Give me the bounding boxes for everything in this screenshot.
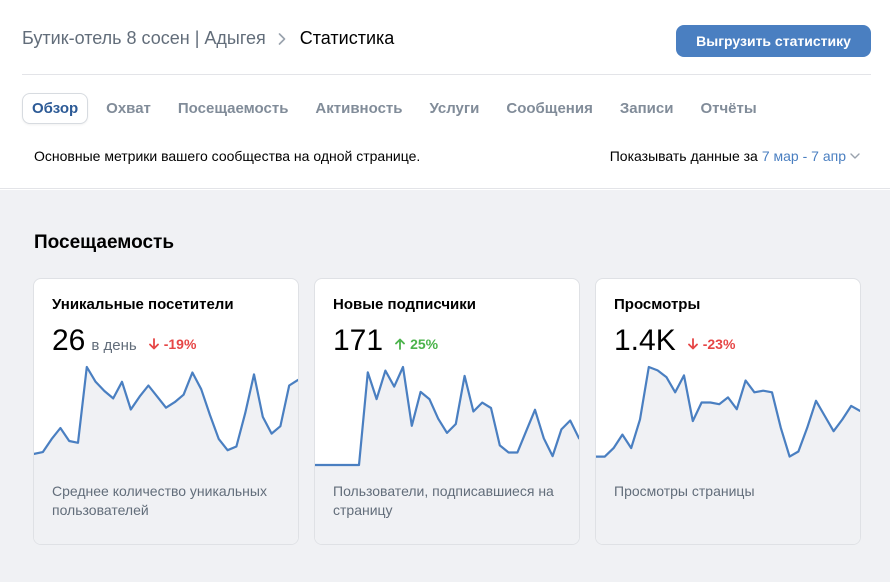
main-content: Посещаемость Уникальные посетители 26 в … [0,190,890,582]
export-statistics-button[interactable]: Выгрузить статистику [676,25,871,57]
page-description: Основные метрики вашего сообщества на од… [34,148,421,164]
card-footer: Среднее количество уникальных пользовате… [34,467,298,544]
sparkline-chart [34,365,298,467]
tab-reports[interactable]: Отчёты [691,93,765,124]
sparkline-area [596,367,860,467]
sparkline-chart [596,365,860,467]
card-footer: Просмотры страницы [596,467,860,544]
sparkline-area [315,367,579,467]
card-delta: 25% [395,336,438,352]
tab-activity[interactable]: Активность [306,93,411,124]
card-value: 26 [52,324,86,357]
period-value[interactable]: 7 мар - 7 апр [762,148,846,164]
tab-attendance[interactable]: Посещаемость [169,93,298,124]
page-title: Статистика [299,28,395,48]
header-divider [22,74,871,75]
period-selector[interactable]: Показывать данные за 7 мар - 7 апр [610,148,860,164]
tab-services[interactable]: Услуги [421,93,489,124]
tab-overview[interactable]: Обзор [22,93,89,124]
card-delta: -23% [687,336,736,352]
card-title: Новые подписчики [333,296,476,313]
sparkline-chart [315,365,579,467]
page-views-card[interactable]: Просмотры 1.4K -23% Просмотры страницы [595,278,861,545]
tab-reach[interactable]: Охват [97,93,160,124]
period-prefix: Показывать данные за [609,148,758,164]
new-subscribers-card[interactable]: Новые подписчики 171 25% Пользователи, п… [314,278,580,545]
arrow-down-icon [687,338,698,350]
sparkline-area [34,367,298,467]
chevron-right-icon [278,32,286,45]
card-value: 171 [333,324,384,357]
section-title: Посещаемость [34,232,175,253]
page-header: Бутик-отель 8 сосен | Адыгея Статистика … [0,0,890,189]
card-value-row: 171 25% [333,324,438,358]
card-delta-value: -23% [702,336,736,352]
card-value-row: 26 в день -19% [52,324,196,358]
card-footer: Пользователи, подписавшиеся на страницу [315,467,579,544]
card-delta-value: 25% [410,336,439,352]
tab-messages[interactable]: Сообщения [497,93,601,124]
card-title: Уникальные посетители [52,296,234,313]
arrow-up-icon [395,338,405,350]
tab-posts[interactable]: Записи [611,93,683,124]
card-unit: в день [91,337,137,354]
card-value: 1.4K [614,324,676,357]
card-title: Просмотры [614,296,701,313]
chevron-down-icon[interactable] [850,153,860,159]
card-value-row: 1.4K -23% [614,324,735,358]
card-delta: -19% [148,336,197,352]
card-delta-value: -19% [163,336,197,352]
breadcrumb-community-link[interactable]: Бутик-отель 8 сосен | Адыгея [22,28,266,49]
unique-visitors-card[interactable]: Уникальные посетители 26 в день -19% Сре… [33,278,299,545]
breadcrumb: Бутик-отель 8 сосен | Адыгея Статистика [22,28,394,49]
tab-bar: Обзор Охват Посещаемость Активность Услу… [22,93,775,124]
arrow-down-icon [148,338,159,350]
